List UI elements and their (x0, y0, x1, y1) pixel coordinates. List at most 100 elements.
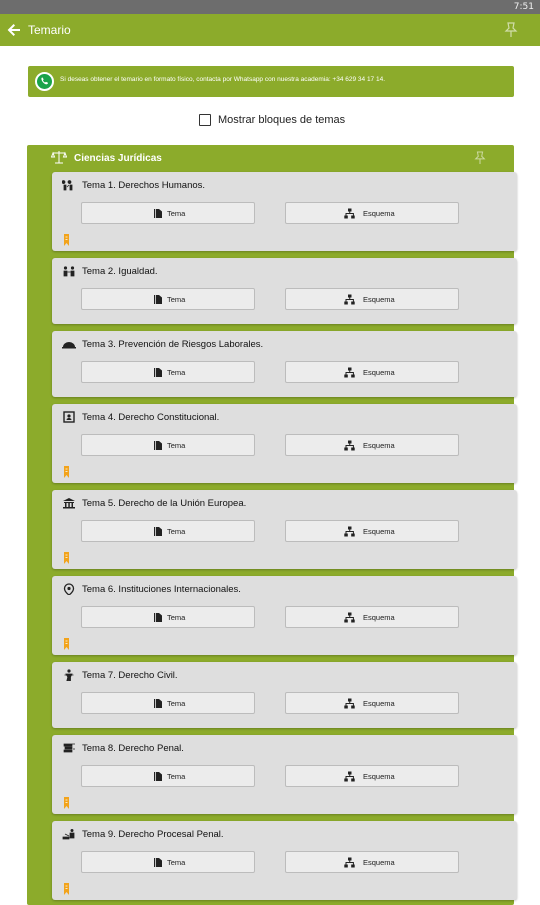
tema-button-label: Tema (167, 441, 186, 450)
banner-text: Si deseas obtener el temario en formato … (60, 76, 386, 83)
topic-title: Tema 3. Prevención de Riesgos Laborales. (82, 339, 264, 350)
sitemap-icon (344, 771, 355, 782)
sitemap-icon (344, 857, 355, 868)
esquema-button[interactable]: Esquema (285, 202, 459, 224)
esquema-button-label: Esquema (363, 772, 395, 781)
tema-button[interactable]: Tema (81, 692, 255, 714)
topic-title: Tema 9. Derecho Procesal Penal. (82, 829, 224, 840)
bookmark-icon[interactable] (63, 552, 70, 564)
book-icon (63, 411, 75, 423)
esquema-button-label: Esquema (363, 613, 395, 622)
show-blocks-checkbox[interactable] (199, 114, 211, 126)
tema-button-label: Tema (167, 368, 186, 377)
bookmark-icon[interactable] (63, 883, 70, 895)
pin-icon[interactable] (474, 151, 486, 165)
whatsapp-banner[interactable]: Si deseas obtener el temario en formato … (28, 66, 514, 97)
topic-title: Tema 8. Derecho Penal. (82, 743, 184, 754)
tema-button-label: Tema (167, 613, 186, 622)
book-icon (154, 441, 162, 450)
tema-button[interactable]: Tema (81, 851, 255, 873)
status-bar: 7:51 (0, 0, 540, 14)
tema-button-label: Tema (167, 527, 186, 536)
tema-button[interactable]: Tema (81, 288, 255, 310)
sitemap-icon (344, 526, 355, 537)
block-header[interactable]: Ciencias Jurídicas (27, 145, 514, 171)
tema-button[interactable]: Tema (81, 434, 255, 456)
app-bar: Temario (0, 14, 540, 46)
book-icon (154, 295, 162, 304)
topic-title: Tema 5. Derecho de la Unión Europea. (82, 498, 247, 509)
esquema-button[interactable]: Esquema (285, 765, 459, 787)
esquema-button-label: Esquema (363, 441, 395, 450)
justice-icon (62, 829, 75, 840)
pin-icon[interactable] (504, 22, 518, 38)
esquema-button[interactable]: Esquema (285, 520, 459, 542)
esquema-button[interactable]: Esquema (285, 692, 459, 714)
topic-card: Tema 9. Derecho Procesal Penal. Tema Esque… (52, 821, 517, 900)
topic-card: Tema 8. Derecho Penal. Tema Esquema (52, 735, 517, 814)
people-icon (62, 180, 73, 191)
book-icon (154, 699, 162, 708)
topic-card: Tema 6. Instituciones Internacionales. Te… (52, 576, 517, 655)
globe-pin-icon (63, 583, 75, 595)
book-icon (154, 772, 162, 781)
topic-title: Tema 6. Instituciones Internacionales. (82, 584, 241, 595)
sitemap-icon (344, 208, 355, 219)
tema-button[interactable]: Tema (81, 202, 255, 224)
book-icon (154, 209, 162, 218)
esquema-button[interactable]: Esquema (285, 851, 459, 873)
esquema-button[interactable]: Esquema (285, 288, 459, 310)
topic-title: Tema 1. Derechos Humanos. (82, 180, 206, 191)
esquema-button[interactable]: Esquema (285, 361, 459, 383)
tema-button[interactable]: Tema (81, 361, 255, 383)
arrow-left-icon[interactable] (6, 22, 22, 38)
tema-button[interactable]: Tema (81, 520, 255, 542)
topic-card: Tema 7. Derecho Civil. Tema Esquema (52, 662, 517, 728)
scale-icon (51, 151, 67, 164)
topic-card: Tema 4. Derecho Constitucional. Tema Esque… (52, 404, 517, 483)
esquema-button-label: Esquema (363, 209, 395, 218)
esquema-button[interactable]: Esquema (285, 434, 459, 456)
esquema-button-label: Esquema (363, 858, 395, 867)
esquema-button-label: Esquema (363, 527, 395, 536)
topic-title: Tema 4. Derecho Constitucional. (82, 412, 220, 423)
block-title: Ciencias Jurídicas (74, 153, 162, 164)
topic-card: Tema 2. Igualdad. Tema Esquema (52, 258, 517, 324)
book-icon (154, 858, 162, 867)
tema-button-label: Tema (167, 209, 186, 218)
bookmark-icon[interactable] (63, 466, 70, 478)
esquema-button-label: Esquema (363, 295, 395, 304)
tema-button-label: Tema (167, 295, 186, 304)
block-ciencias-juridicas: Ciencias Jurídicas Tema 1. Derechos Huma… (27, 145, 517, 905)
show-blocks-toggle[interactable]: Mostrar bloques de temas (0, 113, 540, 129)
sitemap-icon (344, 440, 355, 451)
sitemap-icon (344, 698, 355, 709)
equality-icon (63, 266, 75, 277)
esquema-button-label: Esquema (363, 699, 395, 708)
hardhat-icon (62, 342, 76, 349)
bookmark-icon[interactable] (63, 638, 70, 650)
tema-button-label: Tema (167, 858, 186, 867)
person-icon (64, 669, 74, 681)
bookmark-icon[interactable] (63, 234, 70, 246)
topic-title: Tema 7. Derecho Civil. (82, 670, 178, 681)
topic-card: Tema 1. Derechos Humanos. Tema Esquema (52, 172, 517, 251)
tema-button-label: Tema (167, 772, 186, 781)
book-icon (154, 368, 162, 377)
esquema-button[interactable]: Esquema (285, 606, 459, 628)
show-blocks-label: Mostrar bloques de temas (218, 114, 346, 126)
gavel-icon (63, 743, 75, 753)
tema-button[interactable]: Tema (81, 606, 255, 628)
book-icon (154, 527, 162, 536)
app-bar-title: Temario (28, 23, 71, 37)
sitemap-icon (344, 612, 355, 623)
whatsapp-icon (35, 72, 54, 91)
tema-button[interactable]: Tema (81, 765, 255, 787)
status-time: 7:51 (513, 2, 534, 12)
tema-button-label: Tema (167, 699, 186, 708)
topic-card: Tema 3. Prevención de Riesgos Laborales.… (52, 331, 517, 397)
bookmark-icon[interactable] (63, 797, 70, 809)
esquema-button-label: Esquema (363, 368, 395, 377)
sitemap-icon (344, 367, 355, 378)
sitemap-icon (344, 294, 355, 305)
